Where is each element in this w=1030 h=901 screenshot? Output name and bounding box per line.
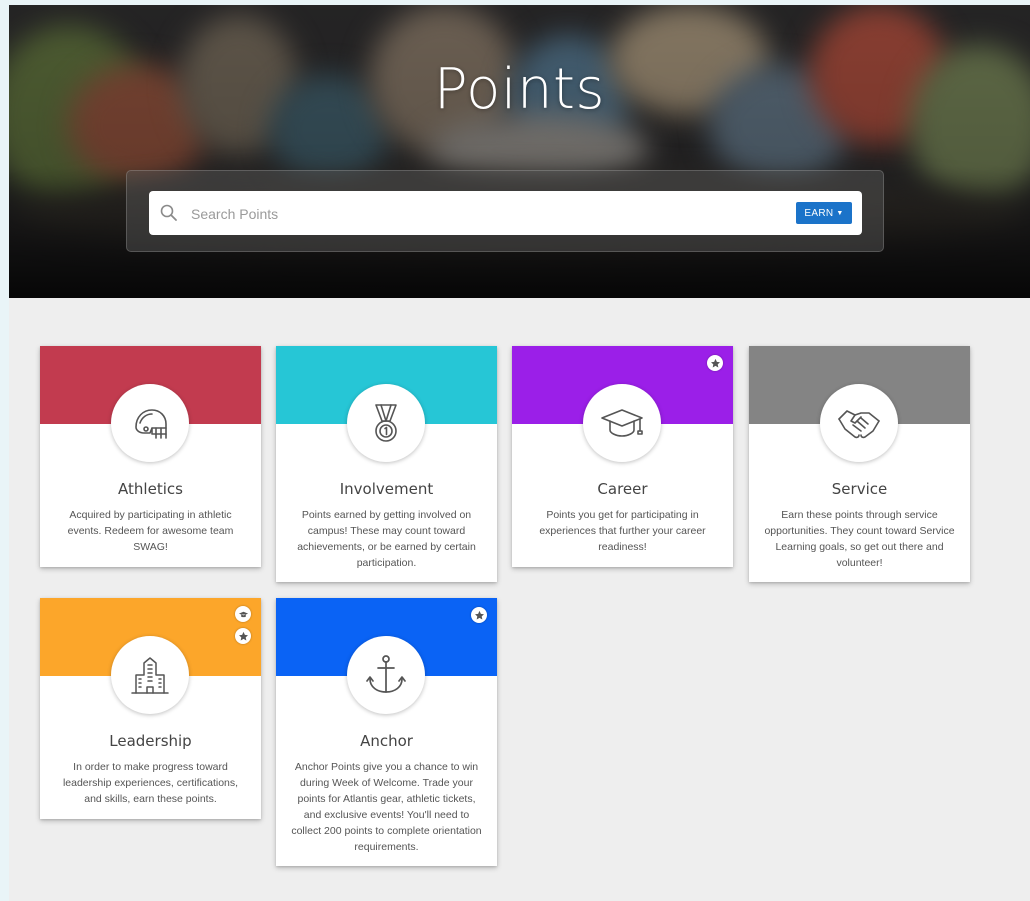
- card-title: Anchor: [360, 732, 413, 750]
- star-icon: [235, 628, 251, 644]
- graduation-cap-icon: [235, 606, 251, 622]
- handshake-icon: [820, 384, 898, 462]
- card-title: Athletics: [118, 480, 183, 498]
- card-title: Involvement: [339, 480, 434, 498]
- medal-icon: [347, 384, 425, 462]
- point-card-involvement[interactable]: Involvement Points earned by getting inv…: [276, 346, 497, 582]
- graduation-cap-icon: [583, 384, 661, 462]
- page: Points EARN ▼: [9, 5, 1030, 901]
- card-description: In order to make progress toward leaders…: [62, 761, 239, 805]
- search-icon: [159, 203, 179, 223]
- card-description: Points you get for participating in expe…: [539, 509, 706, 553]
- point-card-anchor[interactable]: Anchor Anchor Points give you a chance t…: [276, 598, 497, 866]
- point-card-service[interactable]: Service Earn these points through servic…: [749, 346, 970, 582]
- page-title: Points: [433, 57, 606, 122]
- point-card-leadership[interactable]: Leadership In order to make progress tow…: [40, 598, 261, 819]
- star-icon: [471, 607, 487, 623]
- star-icon: [707, 355, 723, 371]
- chevron-down-icon: ▼: [836, 209, 844, 217]
- point-card-career[interactable]: Career Points you get for participating …: [512, 346, 733, 567]
- earn-button-label: EARN: [804, 207, 834, 219]
- card-title: Service: [831, 480, 888, 498]
- search-panel: EARN ▼: [126, 170, 884, 252]
- building-icon: [111, 636, 189, 714]
- anchor-icon: [347, 636, 425, 714]
- card-description: Earn these points through service opport…: [764, 509, 955, 569]
- card-title: Career: [597, 480, 648, 498]
- earn-dropdown-button[interactable]: EARN ▼: [796, 202, 852, 224]
- card-description: Acquired by participating in athletic ev…: [67, 509, 234, 553]
- search-bar: EARN ▼: [149, 191, 862, 237]
- card-title: Leadership: [109, 732, 192, 750]
- search-input[interactable]: [189, 191, 783, 237]
- football-helmet-icon: [111, 384, 189, 462]
- point-card-athletics[interactable]: Athletics Acquired by participating in a…: [40, 346, 261, 567]
- hero-banner: Points EARN ▼: [9, 5, 1030, 298]
- card-description: Points earned by getting involved on cam…: [297, 509, 476, 569]
- card-description: Anchor Points give you a chance to win d…: [291, 761, 482, 853]
